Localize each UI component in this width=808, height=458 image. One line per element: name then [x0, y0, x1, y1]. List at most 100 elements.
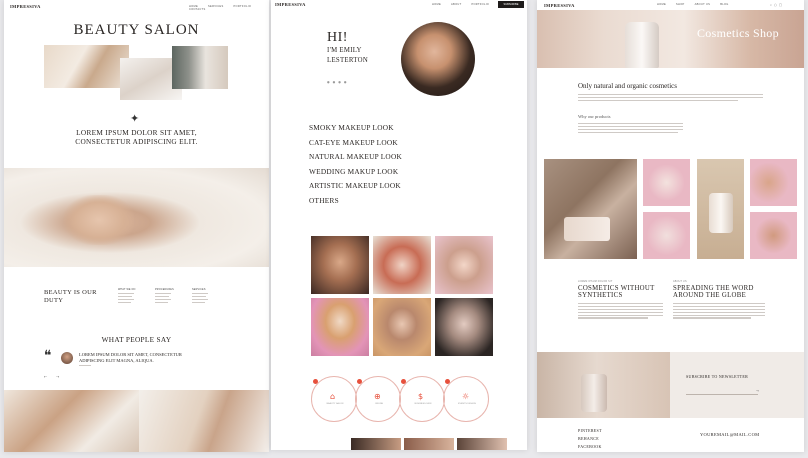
top-nav: HOME SERVICES PORTFOLIO CONTACTS [180, 5, 269, 11]
service-circle-online[interactable]: ⊕ ONLINE [355, 376, 401, 422]
nav-item-shop[interactable]: SHOP [676, 3, 685, 6]
duty-title-2: DUTY [44, 297, 64, 304]
service-label: ONLINE [374, 403, 384, 405]
newsletter-box: SUBSCRIBE TO NEWSLETTER → [670, 352, 804, 418]
hero-photo-massage [44, 45, 129, 88]
testimonials-title: WHAT PEOPLE SAY [101, 335, 172, 344]
facial-massage-photo [4, 168, 269, 267]
footer-email[interactable]: YOUREMAIL@MAIL.COM [700, 432, 759, 437]
logo[interactable]: IMPRESSIVA [10, 4, 41, 9]
hero-bottle [625, 22, 659, 68]
product-tile-2[interactable] [697, 159, 744, 259]
menu-item-cat-eye[interactable]: CAT-EYE MAKEUP LOOK [309, 136, 402, 151]
newsletter-email-field[interactable] [686, 391, 758, 395]
testimonial-quote-2: ADIPISCING ELIT MAGNA, ALIQUA. [79, 358, 154, 363]
column-title-2: AROUND THE GLOBE [673, 292, 747, 299]
nav-item-home[interactable]: HOME [657, 3, 666, 6]
home-icon: ⌂ [330, 392, 336, 401]
header-icons: ⌕○▢ [770, 3, 784, 7]
menu-item-artistic[interactable]: ARTISTIC MAKEUP LOOK [309, 179, 402, 194]
nav-item-home[interactable]: HOME [432, 3, 441, 6]
gallery-photo-5[interactable] [373, 298, 431, 356]
intro-text [578, 94, 763, 103]
column-what-we-do: WHAT WE DO [118, 288, 148, 305]
intro-name-line-1: I'M EMILY [327, 47, 362, 54]
nav-item-about[interactable]: ABOUT [451, 3, 461, 6]
product-tile-4[interactable] [643, 212, 690, 259]
panel-cosmetics-shop: IMPRESSIVA HOME SHOP ABOUT US BLOG ⌕○▢ C… [537, 0, 804, 452]
footer-link-pinterest[interactable]: PINTEREST [578, 427, 602, 435]
sun-icon: ☼ [462, 392, 470, 401]
nav-item-about[interactable]: ABOUT US [695, 3, 711, 6]
top-nav: HOME ABOUT PORTFOLIO BLOG [423, 3, 508, 6]
products-photo-large[interactable] [544, 159, 637, 259]
menu-item-others[interactable]: OTHERS [309, 194, 402, 209]
next-arrow-icon[interactable]: → [56, 374, 59, 379]
greeting-title: HI! [327, 30, 348, 45]
column-kicker: LOREM IPSUM DOLOR SIT [578, 280, 613, 283]
nav-item-portfolio[interactable]: PORTFOLIO [471, 3, 489, 6]
footer-link-behance[interactable]: BEHANCE [578, 435, 602, 443]
product-tile-5[interactable] [750, 212, 797, 259]
column-heading: PROCEDURES [155, 288, 174, 291]
gallery-photo-4[interactable] [311, 298, 369, 356]
product-tile-1[interactable] [643, 159, 690, 206]
column-kicker: ABOUT US [673, 280, 687, 283]
product-tile-3[interactable] [750, 159, 797, 206]
hero-banner: Cosmetics Shop [537, 10, 804, 68]
menu-item-wedding[interactable]: WEDDING MAKUP LOOK [309, 165, 402, 180]
column-heading: SERVICES [192, 288, 206, 291]
subscribe-button[interactable]: SUBSCRIBE [498, 1, 524, 8]
column-2: ABOUT US SPREADING THE WORD AROUND THE G… [673, 280, 765, 320]
accent-dot [357, 379, 362, 384]
gallery-photo-2[interactable] [373, 236, 431, 294]
column-services: SERVICES [192, 288, 222, 305]
tagline-line-2: CONSECTETUR ADIPISCING ELIT. [75, 137, 198, 146]
social-icon[interactable]: ● [344, 80, 350, 84]
logo[interactable]: IMPRESSIVA [544, 3, 575, 8]
gallery-photo-3[interactable] [435, 236, 493, 294]
service-circle-events[interactable]: ☼ EVENTS DESIGN [443, 376, 489, 422]
prev-arrow-icon[interactable]: ← [44, 374, 47, 379]
top-nav: HOME SHOP ABOUT US BLOG [648, 3, 729, 6]
nav-item-contacts[interactable]: CONTACTS [189, 8, 205, 11]
product-jar [564, 217, 610, 241]
newsletter-bottle [581, 374, 607, 412]
footer-links: PINTEREST BEHANCE FACEBOOK [578, 427, 602, 451]
nav-item-services[interactable]: SERVICES [208, 5, 223, 8]
service-circle-business[interactable]: $ BUSINESS SKIN [399, 376, 445, 422]
products-text [578, 123, 683, 135]
hero-photo-salon [172, 46, 228, 89]
cart-icon[interactable]: ▢ [779, 3, 784, 7]
hero-title: Cosmetics Shop [697, 26, 779, 40]
dollar-icon: $ [418, 392, 424, 401]
menu-item-smoky[interactable]: SMOKY MAKEUP LOOK [309, 121, 402, 136]
services-menu: SMOKY MAKEUP LOOK CAT-EYE MAKEUP LOOK NA… [309, 121, 402, 209]
panel-beauty-salon: IMPRESSIVA HOME SERVICES PORTFOLIO CONTA… [4, 0, 269, 452]
logo[interactable]: IMPRESSIVA [275, 2, 306, 7]
facial-hands-detail [64, 195, 134, 245]
products-label: Why our products [578, 114, 611, 119]
newsletter-submit-icon[interactable]: → [756, 389, 759, 393]
globe-icon: ⊕ [374, 392, 381, 401]
accent-dot [445, 379, 450, 384]
intro-title: Only natural and organic cosmetics [578, 82, 678, 90]
social-icons: ●●●● [327, 80, 350, 84]
nav-item-portfolio[interactable]: PORTFOLIO [234, 5, 252, 8]
portrait-circle [401, 22, 475, 96]
column-heading: WHAT WE DO [118, 288, 136, 291]
service-circle-salon[interactable]: ⌂ BEAUTY SALON [311, 376, 357, 422]
column-title-1: SPREADING THE WORD [673, 285, 754, 292]
nav-item-blog[interactable]: BLOG [720, 3, 728, 6]
footer-link-facebook[interactable]: FACEBOOK [578, 443, 602, 451]
intro-name-line-2: LESTERTON [327, 57, 369, 64]
newsletter-title: SUBSCRIBE TO NEWSLETTER [686, 374, 749, 379]
testimonial-meta [79, 365, 91, 367]
gallery-photo-6[interactable] [435, 298, 493, 356]
quote-mark-icon: ❝ [44, 348, 52, 364]
gallery-photo-1[interactable] [311, 236, 369, 294]
column-1: LOREM IPSUM DOLOR SIT COSMETICS WITHOUT … [578, 280, 663, 320]
sparkle-icon: ✦ [130, 112, 140, 125]
service-label: BEAUTY SALON [326, 403, 344, 405]
menu-item-natural[interactable]: NATURAL MAKEUP LOOK [309, 150, 402, 165]
